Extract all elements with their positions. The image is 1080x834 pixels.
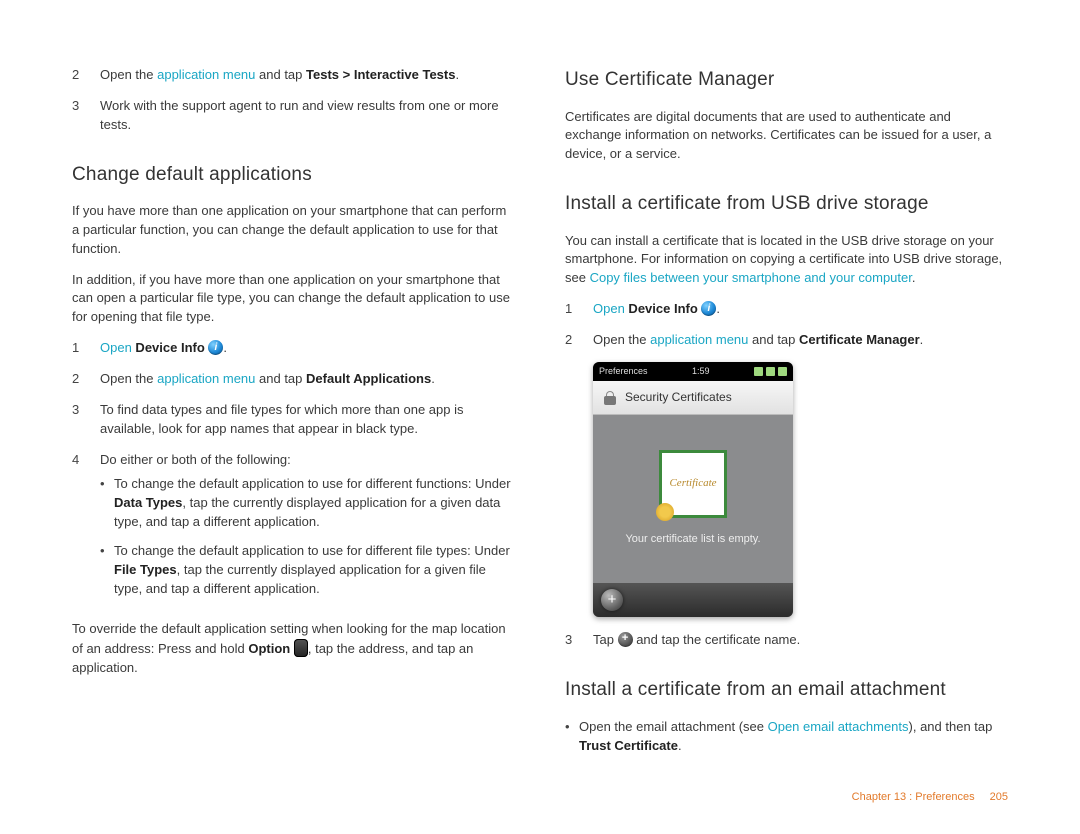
link-application-menu[interactable]: application menu — [157, 371, 255, 386]
screenshot-body: Certificate Your certificate list is emp… — [593, 415, 793, 583]
step-body: Open the application menu and tap Tests … — [100, 66, 515, 85]
statusbar-time: 1:59 — [692, 365, 710, 378]
heading-install-usb: Install a certificate from USB drive sto… — [565, 190, 1008, 218]
screenshot-header-title: Security Certificates — [625, 389, 732, 406]
step: 2 Open the application menu and tap Cert… — [565, 331, 1008, 350]
bullet: To change the default application to use… — [100, 475, 515, 532]
step: 2 Open the application menu and tap Test… — [72, 66, 515, 85]
step: 3 To find data types and file types for … — [72, 401, 515, 439]
statusbar-signal-icon — [754, 367, 787, 376]
device-info-icon — [701, 301, 716, 316]
add-icon: + — [601, 589, 623, 611]
page: 2 Open the application menu and tap Test… — [0, 0, 1080, 834]
step-body: Work with the support agent to run and v… — [100, 97, 515, 135]
columns: 2 Open the application menu and tap Test… — [72, 66, 1008, 765]
paragraph: In addition, if you have more than one a… — [72, 271, 515, 328]
paragraph: You can install a certificate that is lo… — [565, 232, 1008, 289]
screenshot-empty-text: Your certificate list is empty. — [625, 532, 760, 548]
link-open[interactable]: Open — [593, 301, 625, 316]
certificate-badge-icon: Certificate — [659, 450, 727, 518]
footer-page-number: 205 — [990, 791, 1008, 803]
left-column: 2 Open the application menu and tap Test… — [72, 66, 515, 765]
right-column: Use Certificate Manager Certificates are… — [565, 66, 1008, 765]
paragraph: To override the default application sett… — [72, 620, 515, 678]
screenshot-footer: + — [593, 583, 793, 617]
link-open[interactable]: Open — [100, 340, 132, 355]
step-number: 3 — [565, 631, 593, 650]
step-body: Open the application menu and tap Certif… — [593, 331, 1008, 350]
link-application-menu[interactable]: application menu — [650, 332, 748, 347]
step-body: Open Device Info . — [100, 339, 515, 358]
link-application-menu[interactable]: application menu — [157, 67, 255, 82]
screenshot-header: Security Certificates — [593, 381, 793, 415]
link-copy-files[interactable]: Copy files between your smartphone and y… — [590, 270, 912, 285]
paragraph: If you have more than one application on… — [72, 202, 515, 259]
step: 3 Tap and tap the certificate name. — [565, 631, 1008, 650]
step: 2 Open the application menu and tap Defa… — [72, 370, 515, 389]
paragraph: Certificates are digital documents that … — [565, 108, 1008, 165]
step: 1 Open Device Info . — [72, 339, 515, 358]
add-icon — [618, 632, 633, 647]
bullet-list: Open the email attachment (see Open emai… — [565, 718, 1008, 756]
step-number: 4 — [72, 451, 100, 609]
screenshot-statusbar: Preferences 1:59 — [593, 362, 793, 381]
step-number: 3 — [72, 97, 100, 135]
step-number: 2 — [72, 370, 100, 389]
screenshot-security-certs: Preferences 1:59 Security Certificates C… — [593, 362, 793, 617]
page-footer: Chapter 13 : Preferences 205 — [852, 790, 1008, 806]
step-number: 3 — [72, 401, 100, 439]
step-body: Open Device Info . — [593, 300, 1008, 319]
device-info-icon — [208, 340, 223, 355]
bullet: To change the default application to use… — [100, 542, 515, 599]
heading-change-default-apps: Change default applications — [72, 161, 515, 189]
step-number: 1 — [72, 339, 100, 358]
step-body: Open the application menu and tap Defaul… — [100, 370, 515, 389]
ribbon-icon — [656, 503, 674, 521]
step-body: To find data types and file types for wh… — [100, 401, 515, 439]
step-body: Do either or both of the following: To c… — [100, 451, 515, 609]
step-number: 2 — [565, 331, 593, 350]
link-open-email-attachments[interactable]: Open email attachments — [768, 719, 909, 734]
step: 3 Work with the support agent to run and… — [72, 97, 515, 135]
step: 4 Do either or both of the following: To… — [72, 451, 515, 609]
step-number: 1 — [565, 300, 593, 319]
bullet: Open the email attachment (see Open emai… — [565, 718, 1008, 756]
heading-use-cert-manager: Use Certificate Manager — [565, 66, 1008, 94]
bullet-list: To change the default application to use… — [100, 475, 515, 598]
option-key-icon — [294, 639, 308, 657]
step: 1 Open Device Info . — [565, 300, 1008, 319]
footer-chapter: Chapter 13 : Preferences — [852, 791, 975, 803]
heading-install-email: Install a certificate from an email atta… — [565, 676, 1008, 704]
step-number: 2 — [72, 66, 100, 85]
lock-icon — [603, 391, 617, 405]
statusbar-title: Preferences — [599, 365, 648, 378]
step-body: Tap and tap the certificate name. — [593, 631, 1008, 650]
